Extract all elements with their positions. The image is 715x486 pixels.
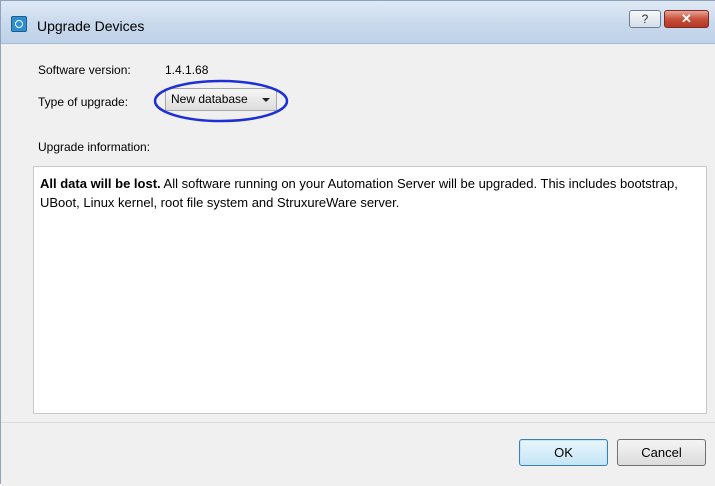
software-version-value: 1.4.1.68 [165,63,209,77]
cancel-button[interactable]: Cancel [617,439,706,466]
app-icon [11,16,27,32]
ok-button[interactable]: OK [519,439,608,466]
upgrade-info-label: Upgrade information: [38,140,151,154]
title-bar: Upgrade Devices ? ✕ [1,1,715,44]
dialog-title: Upgrade Devices [37,18,145,34]
help-button[interactable]: ? [629,10,661,28]
dropdown-arrow-icon [262,98,270,102]
upgrade-type-selected: New database [171,92,248,106]
close-button[interactable]: ✕ [664,10,709,28]
dialog-footer: OK Cancel [1,422,715,486]
upgrade-type-label: Type of upgrade: [38,95,129,109]
dialog-content: Software version: 1.4.1.68 Type of upgra… [1,44,715,422]
upgrade-info-warning: All data will be lost. [40,176,161,191]
software-version-label: Software version: [38,63,131,77]
upgrade-devices-dialog: Upgrade Devices ? ✕ Software version: 1.… [0,0,715,486]
upgrade-info-box: All data will be lost. All software runn… [33,166,707,414]
upgrade-type-dropdown[interactable]: New database [165,88,277,111]
